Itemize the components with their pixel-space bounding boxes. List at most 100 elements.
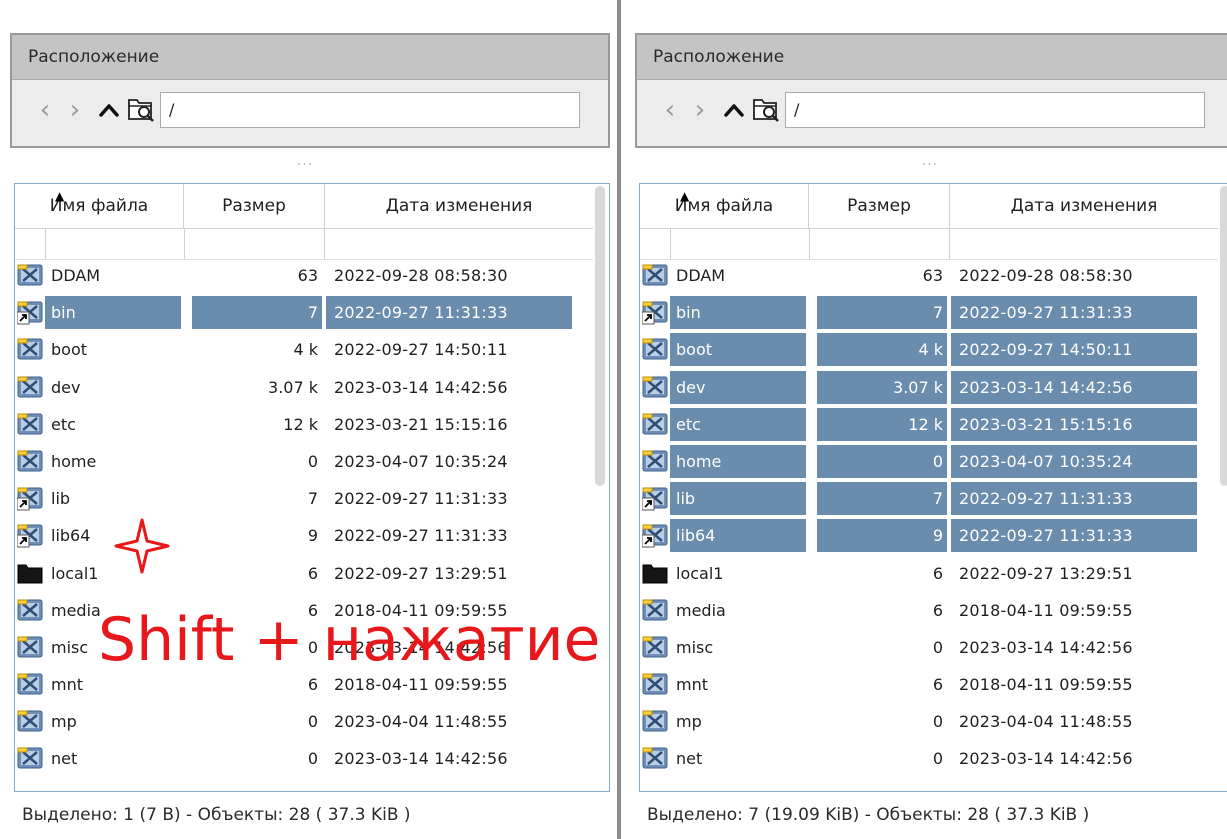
shift-click-annotation: Shift + нажатие: [98, 605, 601, 675]
table-row[interactable]: etc 12 k 2023-03-21 15:15:16: [15, 406, 593, 443]
column-header-name[interactable]: ▲ Имя файла: [15, 184, 184, 229]
back-icon[interactable]: ‹: [659, 90, 681, 130]
folder-icon: [17, 671, 43, 699]
folder-icon: [17, 597, 43, 625]
folder-icon: [642, 708, 668, 736]
table-row[interactable]: lib 7 2022-09-27 11:31:33: [15, 480, 593, 517]
file-rows: DDAM 63 2022-09-28 08:58:30 bin 7 2022-09-27 …: [640, 257, 1218, 778]
table-row[interactable]: dev 3.07 k 2023-03-14 14:42:56: [640, 369, 1218, 406]
browse-folder-icon[interactable]: [126, 94, 156, 128]
file-list: ▲ Имя файла Размер Дата изменения DDAM 63…: [14, 183, 610, 792]
file-date: 2022-09-27 11:31:33: [951, 519, 1197, 553]
file-date: 2023-04-07 10:35:24: [334, 451, 508, 471]
column-size-label: Размер: [847, 196, 911, 216]
file-size: 0: [307, 451, 318, 471]
file-date: 2022-09-27 13:29:51: [334, 563, 508, 583]
table-row[interactable]: etc 12 k 2023-03-21 15:15:16: [640, 406, 1218, 443]
table-row[interactable]: home 0 2023-04-07 10:35:24: [640, 443, 1218, 480]
table-row[interactable]: media 6 2018-04-11 09:59:55: [640, 592, 1218, 629]
file-name: etc: [51, 414, 76, 434]
size-filter-input[interactable]: [809, 229, 950, 259]
status-bar: Выделено: 1 (7 B) - Объекты: 28 ( 37.3 K…: [22, 805, 411, 825]
column-header-date[interactable]: Дата изменения: [950, 184, 1218, 229]
table-row[interactable]: mp 0 2023-04-04 11:48:55: [15, 703, 593, 740]
column-name-label: Имя файла: [674, 196, 774, 216]
table-row[interactable]: misc 0 2023-03-14 14:42:56: [640, 629, 1218, 666]
table-row[interactable]: bin 7 2022-09-27 11:31:33: [640, 294, 1218, 331]
table-row[interactable]: DDAM 63 2022-09-28 08:58:30: [15, 257, 593, 294]
table-row[interactable]: lib 7 2022-09-27 11:31:33: [640, 480, 1218, 517]
file-date: 2023-03-14 14:42:56: [334, 749, 508, 769]
folder-icon: [642, 671, 668, 699]
table-row[interactable]: bin 7 2022-09-27 11:31:33: [15, 294, 593, 331]
column-header-size[interactable]: Размер: [809, 184, 950, 229]
splitter-grip[interactable]: ···: [625, 150, 1227, 180]
up-icon[interactable]: [721, 90, 747, 130]
filter-row: [15, 229, 593, 260]
star-annotation-icon: [114, 518, 170, 574]
table-row[interactable]: net 0 2023-03-14 14:42:56: [15, 740, 593, 777]
file-date: 2023-03-14 14:42:56: [951, 370, 1197, 404]
location-toolbar: ‹ › /: [637, 80, 1227, 149]
file-date: 2022-09-27 11:31:33: [326, 296, 572, 330]
splitter-grip[interactable]: ···: [0, 150, 610, 180]
up-icon[interactable]: [96, 90, 122, 130]
file-size: 3.07 k: [817, 370, 947, 404]
file-size: 63: [297, 266, 318, 285]
back-icon[interactable]: ‹: [34, 90, 56, 130]
forward-icon[interactable]: ›: [64, 90, 86, 130]
file-name: mp: [676, 712, 702, 732]
folder-link-icon: [17, 522, 43, 550]
folder-icon: [17, 708, 43, 736]
table-row[interactable]: net 0 2023-03-14 14:42:56: [640, 740, 1218, 777]
table-row[interactable]: local1 6 2022-09-27 13:29:51: [640, 555, 1218, 592]
file-date: 2023-04-07 10:35:24: [951, 444, 1197, 478]
table-row[interactable]: local1 6 2022-09-27 13:29:51: [15, 555, 593, 592]
folder-icon: [642, 336, 668, 364]
folder-icon: [17, 374, 43, 402]
file-name: home: [51, 451, 97, 471]
file-name: etc: [670, 407, 806, 441]
scrollbar[interactable]: [1220, 186, 1227, 486]
scrollbar[interactable]: [595, 186, 605, 486]
table-row[interactable]: lib64 9 2022-09-27 11:31:33: [640, 517, 1218, 554]
file-size: 6: [932, 563, 943, 583]
column-header-size[interactable]: Размер: [184, 184, 325, 229]
table-row[interactable]: boot 4 k 2022-09-27 14:50:11: [15, 331, 593, 368]
folder-icon: [17, 745, 43, 773]
table-row[interactable]: lib64 9 2022-09-27 11:31:33: [15, 517, 593, 554]
folder-link-icon: [17, 299, 43, 327]
black-folder-icon: [642, 560, 668, 588]
panel-divider[interactable]: [617, 0, 621, 839]
table-row[interactable]: mp 0 2023-04-04 11:48:55: [640, 703, 1218, 740]
file-date: 2023-03-21 15:15:16: [951, 407, 1197, 441]
folder-icon: [17, 634, 43, 662]
file-name: DDAM: [51, 266, 101, 285]
file-size: 0: [932, 712, 943, 732]
path-input[interactable]: /: [160, 92, 580, 128]
table-row[interactable]: dev 3.07 k 2023-03-14 14:42:56: [15, 369, 593, 406]
table-row[interactable]: mnt 6 2018-04-11 09:59:55: [640, 666, 1218, 703]
column-size-label: Размер: [222, 196, 286, 216]
browse-folder-icon[interactable]: [751, 94, 781, 128]
file-date: 2022-09-27 11:31:33: [334, 489, 508, 509]
file-size: 7: [817, 482, 947, 516]
file-name: home: [670, 444, 806, 478]
size-filter-input[interactable]: [184, 229, 325, 259]
location-header: Расположение: [637, 35, 1227, 80]
folder-link-icon: [17, 485, 43, 513]
table-row[interactable]: home 0 2023-04-07 10:35:24: [15, 443, 593, 480]
table-row[interactable]: boot 4 k 2022-09-27 14:50:11: [640, 331, 1218, 368]
name-filter-input[interactable]: [45, 229, 185, 259]
file-size: 4 k: [293, 340, 318, 360]
path-input[interactable]: /: [785, 92, 1205, 128]
column-header-name[interactable]: ▲ Имя файла: [640, 184, 809, 229]
file-size: 0: [307, 749, 318, 769]
file-date: 2018-04-11 09:59:55: [959, 675, 1133, 695]
name-filter-input[interactable]: [670, 229, 810, 259]
table-row[interactable]: DDAM 63 2022-09-28 08:58:30: [640, 257, 1218, 294]
column-header-date[interactable]: Дата изменения: [325, 184, 593, 229]
file-size: 7: [192, 296, 322, 330]
folder-link-icon: [642, 522, 668, 550]
forward-icon[interactable]: ›: [689, 90, 711, 130]
